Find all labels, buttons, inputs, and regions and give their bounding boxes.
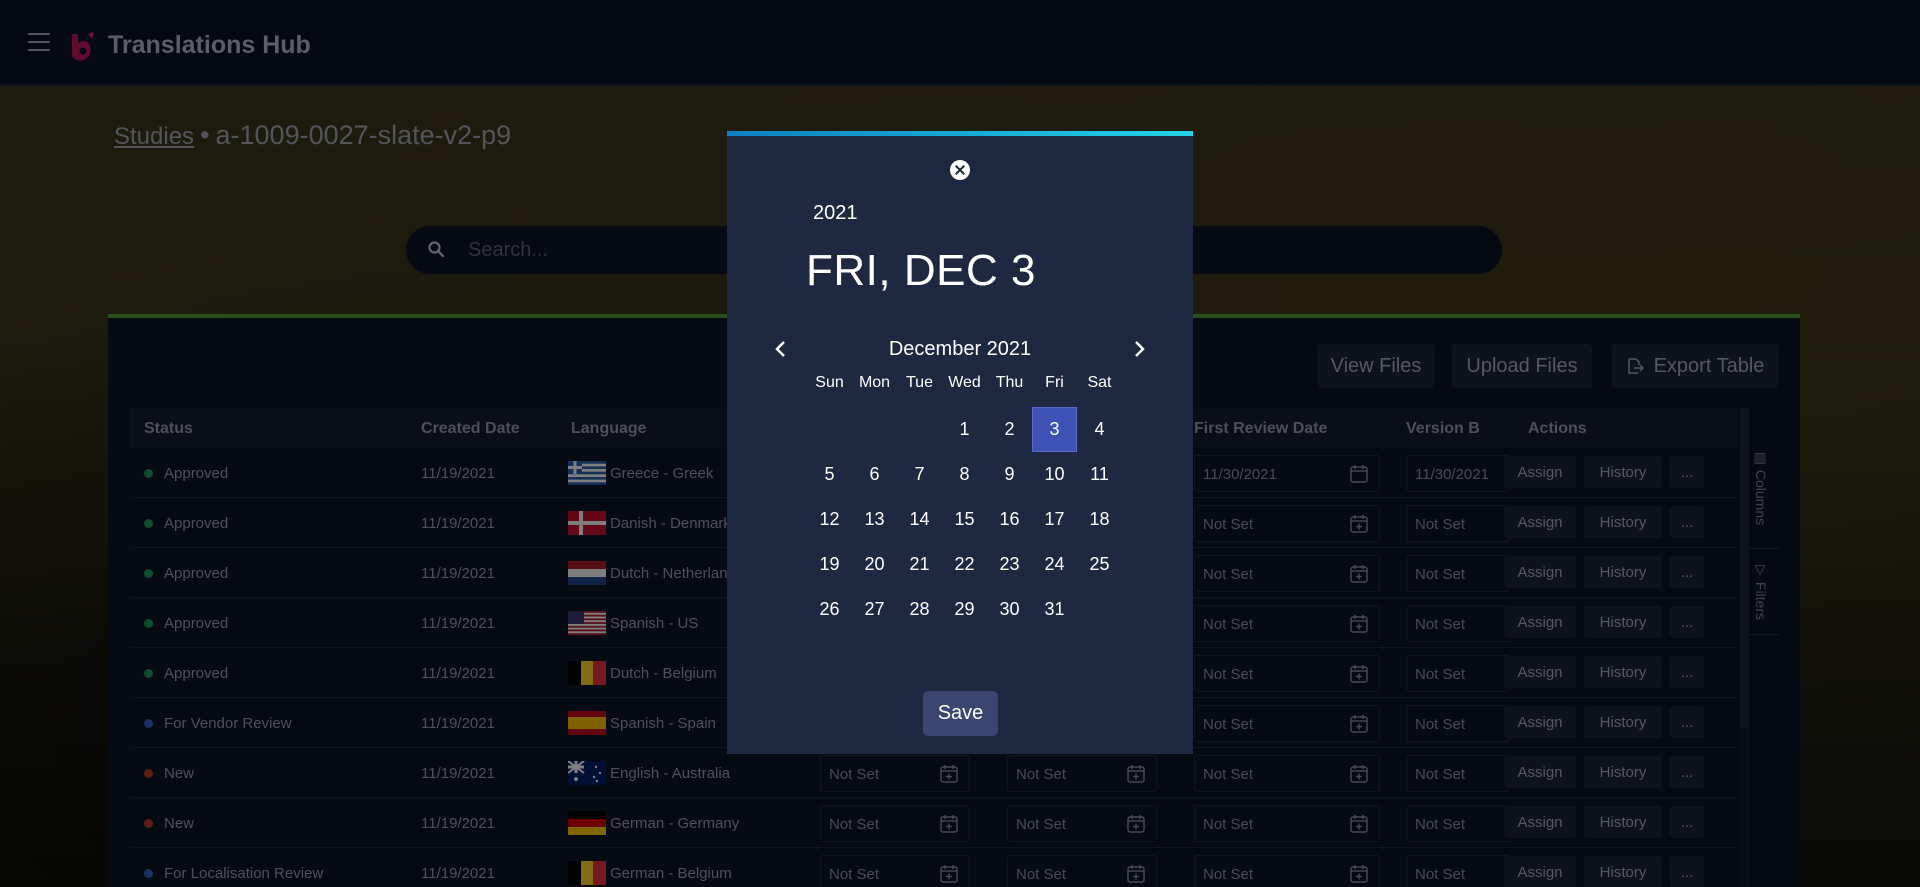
calendar-day[interactable]: 27	[852, 587, 897, 632]
calendar-day[interactable]: 15	[942, 497, 987, 542]
calendar-day[interactable]: 4	[1077, 407, 1122, 452]
weekday-label: Sun	[815, 374, 844, 391]
chevron-right-icon[interactable]	[1129, 339, 1149, 359]
calendar-day[interactable]: 11	[1077, 452, 1122, 497]
calendar-day[interactable]: 19	[807, 542, 852, 587]
calendar-day[interactable]: 20	[852, 542, 897, 587]
calendar-day[interactable]: 7	[897, 452, 942, 497]
picker-year[interactable]: 2021	[813, 202, 858, 225]
weekday-label: Fri	[1045, 374, 1064, 391]
weekday-label: Mon	[858, 374, 891, 391]
weekday-header: Sun Mon Tue Wed Thu Fri Sat	[807, 374, 1122, 392]
calendar-day[interactable]: 13	[852, 497, 897, 542]
calendar-day[interactable]: 2	[987, 407, 1032, 452]
calendar-day[interactable]: 14	[897, 497, 942, 542]
picker-month-label: December 2021	[888, 338, 1032, 360]
date-picker-dialog: 2021 FRI, DEC 3 December 2021 Sun Mon Tue W…	[727, 131, 1193, 754]
calendar-day[interactable]: 25	[1077, 542, 1122, 587]
calendar-day[interactable]: 29	[942, 587, 987, 632]
calendar-day[interactable]: 31	[1032, 587, 1077, 632]
weekday-label: Sat	[1087, 374, 1112, 391]
calendar-day[interactable]: 6	[852, 452, 897, 497]
save-button[interactable]: Save	[923, 691, 998, 736]
calendar-day[interactable]: 17	[1032, 497, 1077, 542]
calendar-day[interactable]: 10	[1032, 452, 1077, 497]
calendar-day[interactable]: 1	[942, 407, 987, 452]
calendar-day[interactable]: 22	[942, 542, 987, 587]
calendar-day[interactable]: 21	[897, 542, 942, 587]
calendar-day[interactable]: 23	[987, 542, 1032, 587]
calendar-day[interactable]: 18	[1077, 497, 1122, 542]
calendar-day-selected[interactable]: 3	[1032, 407, 1077, 452]
picker-selected-date: FRI, DEC 3	[806, 246, 1036, 295]
weekday-label: Thu	[995, 374, 1024, 391]
calendar-day[interactable]: 28	[897, 587, 942, 632]
calendar-day[interactable]: 16	[987, 497, 1032, 542]
calendar-day[interactable]: 5	[807, 452, 852, 497]
calendar-day[interactable]: 30	[987, 587, 1032, 632]
calendar-day[interactable]: 8	[942, 452, 987, 497]
close-icon[interactable]	[950, 160, 970, 180]
weekday-label: Wed	[948, 374, 981, 391]
calendar-day[interactable]: 12	[807, 497, 852, 542]
calendar-day[interactable]: 24	[1032, 542, 1077, 587]
weekday-label: Tue	[906, 374, 933, 391]
calendar-day[interactable]: 26	[807, 587, 852, 632]
calendar-day[interactable]: 9	[987, 452, 1032, 497]
